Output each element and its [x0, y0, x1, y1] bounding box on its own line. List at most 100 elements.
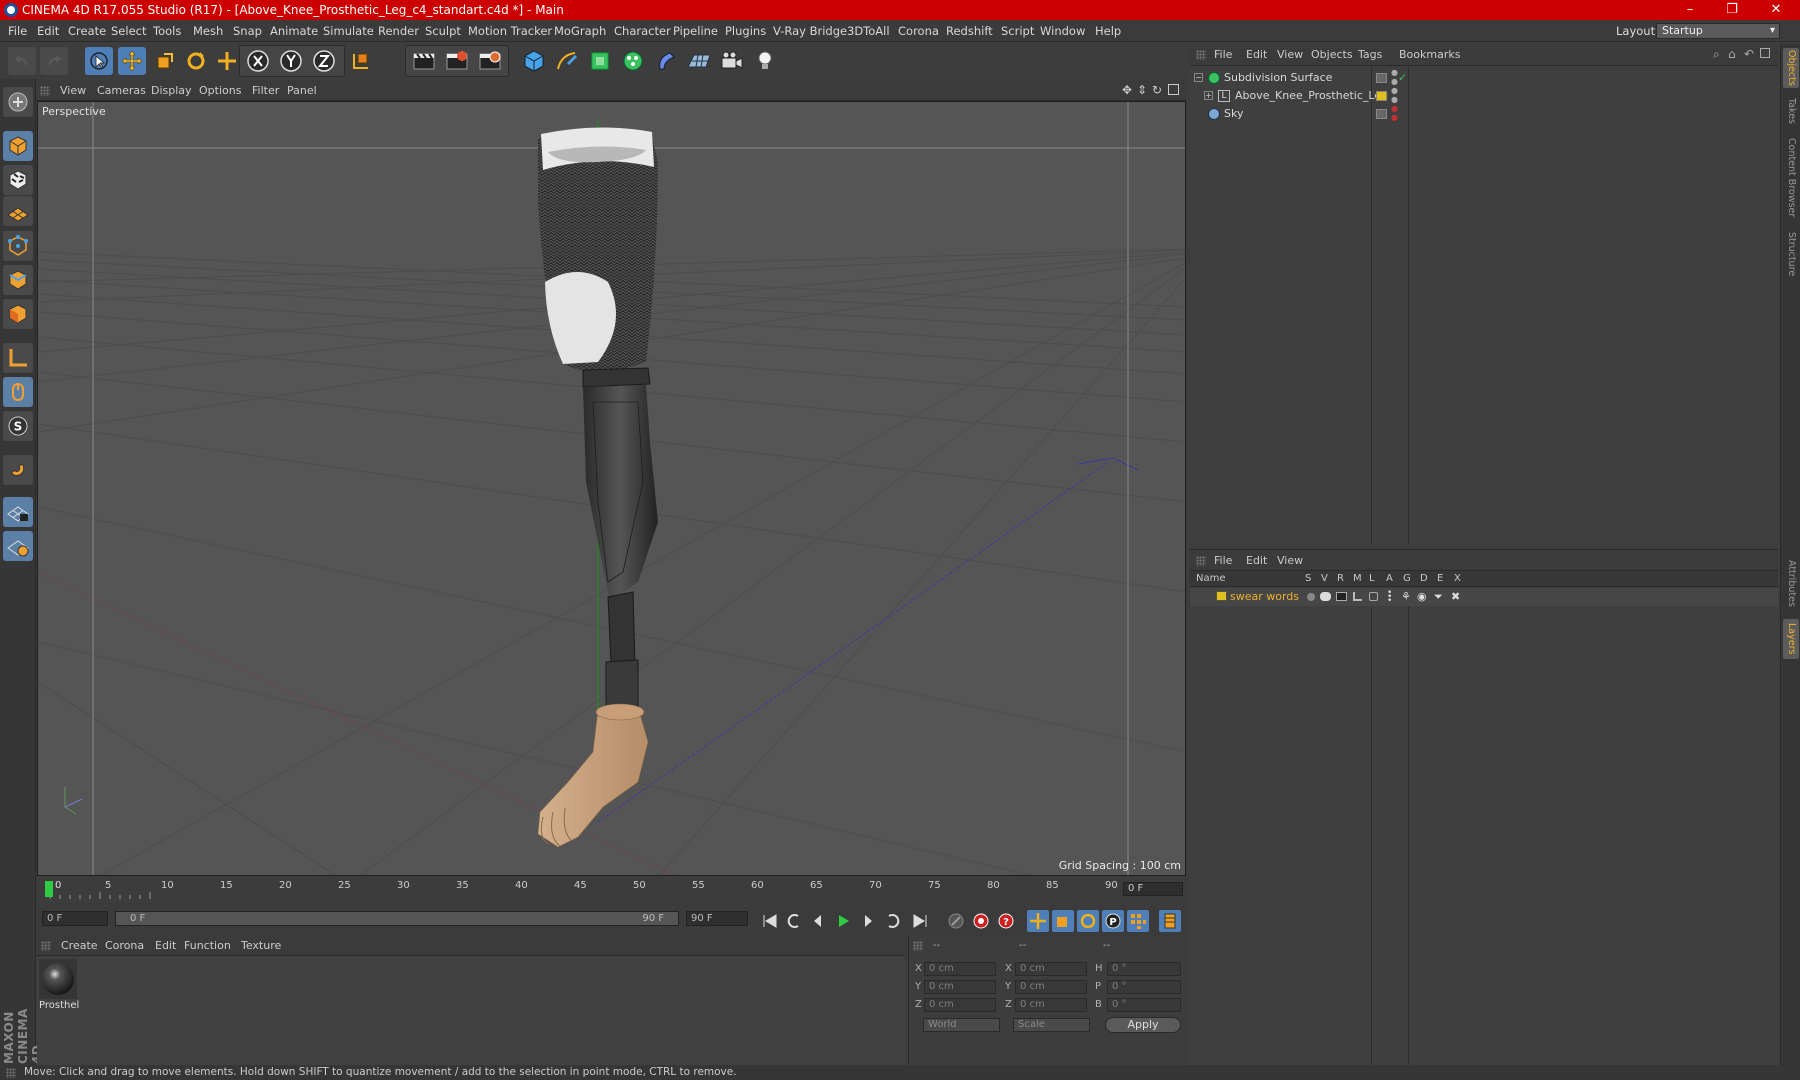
viewport-menu-view[interactable]: View	[60, 80, 86, 101]
tab-content-browser[interactable]: Content Browser	[1783, 136, 1799, 220]
edges-mode-icon[interactable]	[3, 265, 33, 295]
tweak-mode-icon[interactable]	[3, 377, 33, 407]
layer-name[interactable]: swear words	[1230, 588, 1299, 606]
objects-menu-view[interactable]: View	[1277, 44, 1303, 66]
viewport-move-icon[interactable]: ✥	[1122, 83, 1132, 97]
key-scale-icon[interactable]	[1052, 910, 1074, 932]
autokeying-icon[interactable]	[970, 910, 992, 932]
timeline-ruler[interactable]: 0 5 10 15 20 25 30 35 40 45 50 55 60 65 …	[37, 877, 1186, 899]
panel-maximize-icon[interactable]	[1760, 48, 1770, 58]
points-mode-icon[interactable]	[3, 231, 33, 261]
menu-character[interactable]: Character	[614, 20, 671, 42]
generators-toggle-icon[interactable]: ⚘	[1401, 588, 1411, 606]
minimize-button[interactable]: –	[1670, 0, 1710, 20]
light-object-icon[interactable]	[751, 47, 779, 75]
material-menu-corona[interactable]: Corona	[105, 936, 144, 956]
menu-tools[interactable]: Tools	[153, 20, 181, 42]
menu-window[interactable]: Window	[1040, 20, 1085, 42]
tab-takes[interactable]: Takes	[1783, 94, 1799, 128]
search-icon[interactable]: ⌕	[1713, 47, 1720, 62]
collapse-toggle-icon[interactable]: −	[1194, 73, 1203, 82]
workplane-snap-icon[interactable]	[3, 531, 33, 561]
size-y-field[interactable]: 0 cm	[1015, 980, 1087, 994]
magnet-tool-icon[interactable]	[3, 455, 33, 485]
layer-swatch-icon[interactable]	[1376, 109, 1387, 119]
workplane-mode-icon[interactable]	[3, 196, 33, 226]
tab-layers[interactable]: Layers	[1783, 619, 1799, 659]
object-name[interactable]: Above_Knee_Prosthetic_Leg	[1235, 87, 1388, 105]
coord-size-mode-select[interactable]: Scale	[1013, 1018, 1090, 1032]
viewport-maximize-icon[interactable]	[1168, 84, 1179, 95]
menu-3dtoall[interactable]: 3DToAll	[847, 20, 890, 42]
layers-menu-view[interactable]: View	[1277, 550, 1303, 572]
go-to-end-icon[interactable]	[909, 910, 931, 932]
perspective-viewport[interactable]: Perspective Grid Spacing : 100 cm	[37, 101, 1186, 876]
floor-object-icon[interactable]	[685, 47, 713, 75]
position-x-field[interactable]: 0 cm	[924, 962, 996, 976]
viewport-rotate-icon[interactable]: ↻	[1152, 83, 1162, 97]
y-axis-lock-icon[interactable]	[277, 47, 305, 75]
menu-render[interactable]: Render	[378, 20, 419, 42]
render-toggle-icon[interactable]	[1336, 592, 1347, 601]
menu-redshift[interactable]: Redshift	[946, 20, 993, 42]
redo-icon[interactable]	[40, 47, 68, 75]
column-manager[interactable]: M	[1353, 571, 1362, 587]
panel-grip-icon[interactable]	[40, 86, 50, 96]
start-frame-field[interactable]: 0 F	[42, 911, 108, 926]
menu-sculpt[interactable]: Sculpt	[425, 20, 461, 42]
render-picture-viewer-icon[interactable]	[443, 47, 471, 75]
column-name[interactable]: Name	[1196, 571, 1226, 587]
viewport-menu-filter[interactable]: Filter	[252, 80, 279, 101]
undo-icon[interactable]	[8, 47, 36, 75]
panel-grip-icon[interactable]	[1196, 50, 1206, 60]
subdivision-generator-icon[interactable]	[586, 47, 614, 75]
viewport-zoom-icon[interactable]: ⇕	[1137, 83, 1147, 97]
objects-menu-bookmarks[interactable]: Bookmarks	[1399, 44, 1460, 66]
viewport-menu-options[interactable]: Options	[199, 80, 241, 101]
previous-frame-icon[interactable]	[807, 910, 829, 932]
menu-motion-tracker[interactable]: Motion Tracker	[468, 20, 552, 42]
column-solo[interactable]: S	[1305, 571, 1311, 587]
column-expressions[interactable]: E	[1437, 571, 1443, 587]
next-key-icon[interactable]	[882, 910, 904, 932]
material-menu-function[interactable]: Function	[184, 936, 231, 956]
column-xref[interactable]: X	[1454, 571, 1461, 587]
object-row-subdivision-surface[interactable]: − Subdivision Surface ● ● ✓	[1190, 68, 1778, 87]
model-mode-icon[interactable]	[3, 131, 33, 161]
panel-grip-icon[interactable]	[1196, 556, 1206, 566]
objects-menu-tags[interactable]: Tags	[1358, 44, 1382, 66]
texture-mode-icon[interactable]	[3, 165, 33, 195]
menu-script[interactable]: Script	[1001, 20, 1034, 42]
record-keyframes-icon[interactable]	[945, 910, 967, 932]
close-button[interactable]: ✕	[1756, 0, 1796, 20]
enabled-check-icon[interactable]: ✓	[1398, 69, 1407, 87]
transform-tool-icon[interactable]	[213, 47, 241, 75]
menu-pipeline[interactable]: Pipeline	[673, 20, 718, 42]
apply-button[interactable]: Apply	[1105, 1017, 1181, 1033]
make-editable-icon[interactable]	[3, 87, 33, 117]
panel-grip-icon[interactable]	[913, 941, 923, 951]
objects-menu-edit[interactable]: Edit	[1246, 44, 1267, 66]
menu-vray-bridge[interactable]: V-Ray Bridge	[773, 20, 847, 42]
material-swatch[interactable]: Prosthel	[39, 959, 79, 1015]
previous-key-icon[interactable]	[783, 910, 805, 932]
render-settings-icon[interactable]	[476, 47, 504, 75]
visibility-dots-icon[interactable]: ● ●	[1391, 104, 1398, 122]
menu-file[interactable]: File	[8, 20, 27, 42]
size-x-field[interactable]: 0 cm	[1015, 962, 1087, 976]
key-parameter-icon[interactable]: P	[1102, 910, 1124, 932]
position-y-field[interactable]: 0 cm	[924, 980, 996, 994]
layer-swatch-icon[interactable]	[1376, 91, 1387, 101]
menu-simulate[interactable]: Simulate	[323, 20, 374, 42]
viewport-menu-panel[interactable]: Panel	[287, 80, 317, 101]
size-z-field[interactable]: 0 cm	[1015, 998, 1087, 1012]
xref-toggle-icon[interactable]: ✖	[1451, 588, 1460, 606]
visibility-dots-icon[interactable]: ● ●	[1391, 86, 1398, 104]
layer-row-swear-words[interactable]: swear words • • • ⚘ ◉ ⏷ ✖	[1190, 588, 1778, 606]
object-row-prosthetic-leg[interactable]: + L Above_Knee_Prosthetic_Leg ● ●	[1190, 86, 1778, 105]
x-axis-lock-icon[interactable]	[244, 47, 272, 75]
deformers-toggle-icon[interactable]: ◉	[1417, 588, 1427, 606]
panel-grip-icon[interactable]	[41, 941, 51, 951]
column-locked[interactable]: L	[1369, 571, 1375, 587]
spline-pen-icon[interactable]	[553, 47, 581, 75]
